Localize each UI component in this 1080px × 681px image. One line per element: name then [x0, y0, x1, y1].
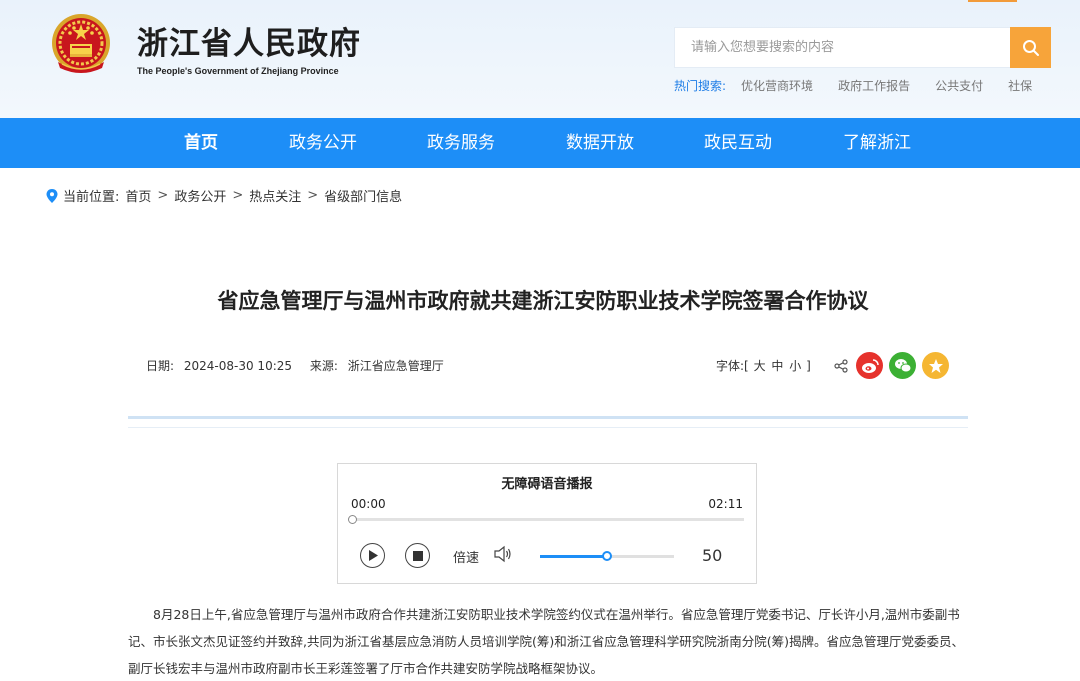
stop-button[interactable] [405, 543, 430, 568]
star-icon [928, 358, 943, 373]
article-meta: 日期: 2024-08-30 10:25 来源: 浙江省应急管理厅 [146, 357, 450, 374]
volume-icon[interactable] [493, 545, 513, 563]
breadcrumb-item[interactable]: 热点关注 [249, 186, 301, 205]
weibo-icon [861, 358, 879, 373]
site-title: 浙江省人民政府 [137, 26, 361, 62]
article-content: 8月28日上午,省应急管理厅与温州市政府合作共建浙江安防职业技术学院签约仪式在温… [128, 601, 968, 681]
volume-knob[interactable] [602, 551, 612, 561]
font-size-label: 字体:[ [716, 359, 749, 373]
nav-item-open-data[interactable]: 数据开放 [560, 118, 640, 168]
breadcrumb-separator: > [307, 188, 319, 203]
site-subtitle: The People's Government of Zhejiang Prov… [137, 66, 339, 76]
font-size-medium[interactable]: 中 [771, 359, 783, 373]
weibo-share-button[interactable] [856, 352, 883, 379]
article-date: 2024-08-30 10:25 [183, 359, 293, 373]
progress-knob[interactable] [348, 515, 357, 524]
divider [128, 416, 968, 419]
breadcrumb-label: 当前位置: [63, 190, 120, 205]
search-icon [1022, 39, 1039, 56]
audio-player: 无障碍语音播报 00:00 02:11 倍速 50 [337, 463, 757, 584]
font-size-control: 字体:[ 大 中 小 ] [716, 357, 811, 374]
article-source: 浙江省应急管理厅 [347, 359, 444, 373]
source-label: 来源: [309, 359, 338, 373]
breadcrumb: 当前位置: 首页 > 政务公开 > 热点关注 > 省级部门信息 [46, 186, 402, 205]
breadcrumb-separator: > [157, 188, 169, 203]
font-size-large[interactable]: 大 [754, 359, 766, 373]
speed-button[interactable]: 倍速 [453, 547, 479, 566]
hot-search-link[interactable]: 政府工作报告 [838, 77, 910, 94]
stop-icon [412, 550, 423, 561]
hot-search-link[interactable]: 优化营商环境 [741, 77, 813, 94]
player-title: 无障碍语音播报 [501, 477, 593, 492]
article-title: 省应急管理厅与温州市政府就共建浙江安防职业技术学院签署合作协议 [217, 289, 869, 313]
font-size-end: ] [806, 359, 811, 373]
total-time: 02:11 [708, 497, 743, 511]
location-pin-icon [46, 188, 58, 203]
date-label: 日期: [146, 359, 175, 373]
search-box [674, 27, 1010, 68]
nav-item-home[interactable]: 首页 [166, 118, 236, 168]
top-accent-strip [968, 0, 1017, 2]
search-button[interactable] [1010, 27, 1051, 68]
play-button[interactable] [360, 543, 385, 568]
progress-bar[interactable] [348, 515, 744, 524]
wechat-share-button[interactable] [889, 352, 916, 379]
breadcrumb-separator: > [232, 188, 244, 203]
nav-item-about-zhejiang[interactable]: 了解浙江 [837, 118, 917, 168]
font-size-small[interactable]: 小 [789, 359, 801, 373]
search-input[interactable] [675, 28, 1010, 67]
play-icon [368, 550, 378, 561]
hot-search-label: 热门搜索: [674, 79, 727, 93]
nav-item-gov-services[interactable]: 政务服务 [421, 118, 501, 168]
divider [128, 427, 968, 428]
article-paragraph: 8月28日上午,省应急管理厅与温州市政府合作共建浙江安防职业技术学院签约仪式在温… [128, 607, 964, 676]
current-time: 00:00 [351, 497, 386, 511]
hot-search: 热门搜索: 优化营商环境 政府工作报告 公共支付 社保 [674, 77, 1057, 94]
breadcrumb-item[interactable]: 省级部门信息 [324, 186, 402, 205]
wechat-icon [894, 358, 911, 372]
site-header: 浙江省人民政府 The People's Government of Zheji… [0, 0, 1080, 118]
nav-item-gov-affairs[interactable]: 政务公开 [283, 118, 363, 168]
share-bar [834, 352, 949, 379]
national-emblem-icon [52, 14, 110, 73]
volume-fill [540, 555, 607, 558]
volume-value: 50 [702, 546, 723, 565]
favorite-button[interactable] [922, 352, 949, 379]
main-nav: 首页 政务公开 政务服务 数据开放 政民互动 了解浙江 [0, 118, 1080, 168]
breadcrumb-item[interactable]: 政务公开 [174, 186, 226, 205]
share-icon[interactable] [834, 358, 848, 373]
hot-search-link[interactable]: 社保 [1008, 77, 1032, 94]
nav-item-interaction[interactable]: 政民互动 [698, 118, 778, 168]
volume-slider[interactable] [540, 551, 674, 561]
breadcrumb-item[interactable]: 首页 [125, 186, 151, 205]
hot-search-link[interactable]: 公共支付 [935, 77, 983, 94]
